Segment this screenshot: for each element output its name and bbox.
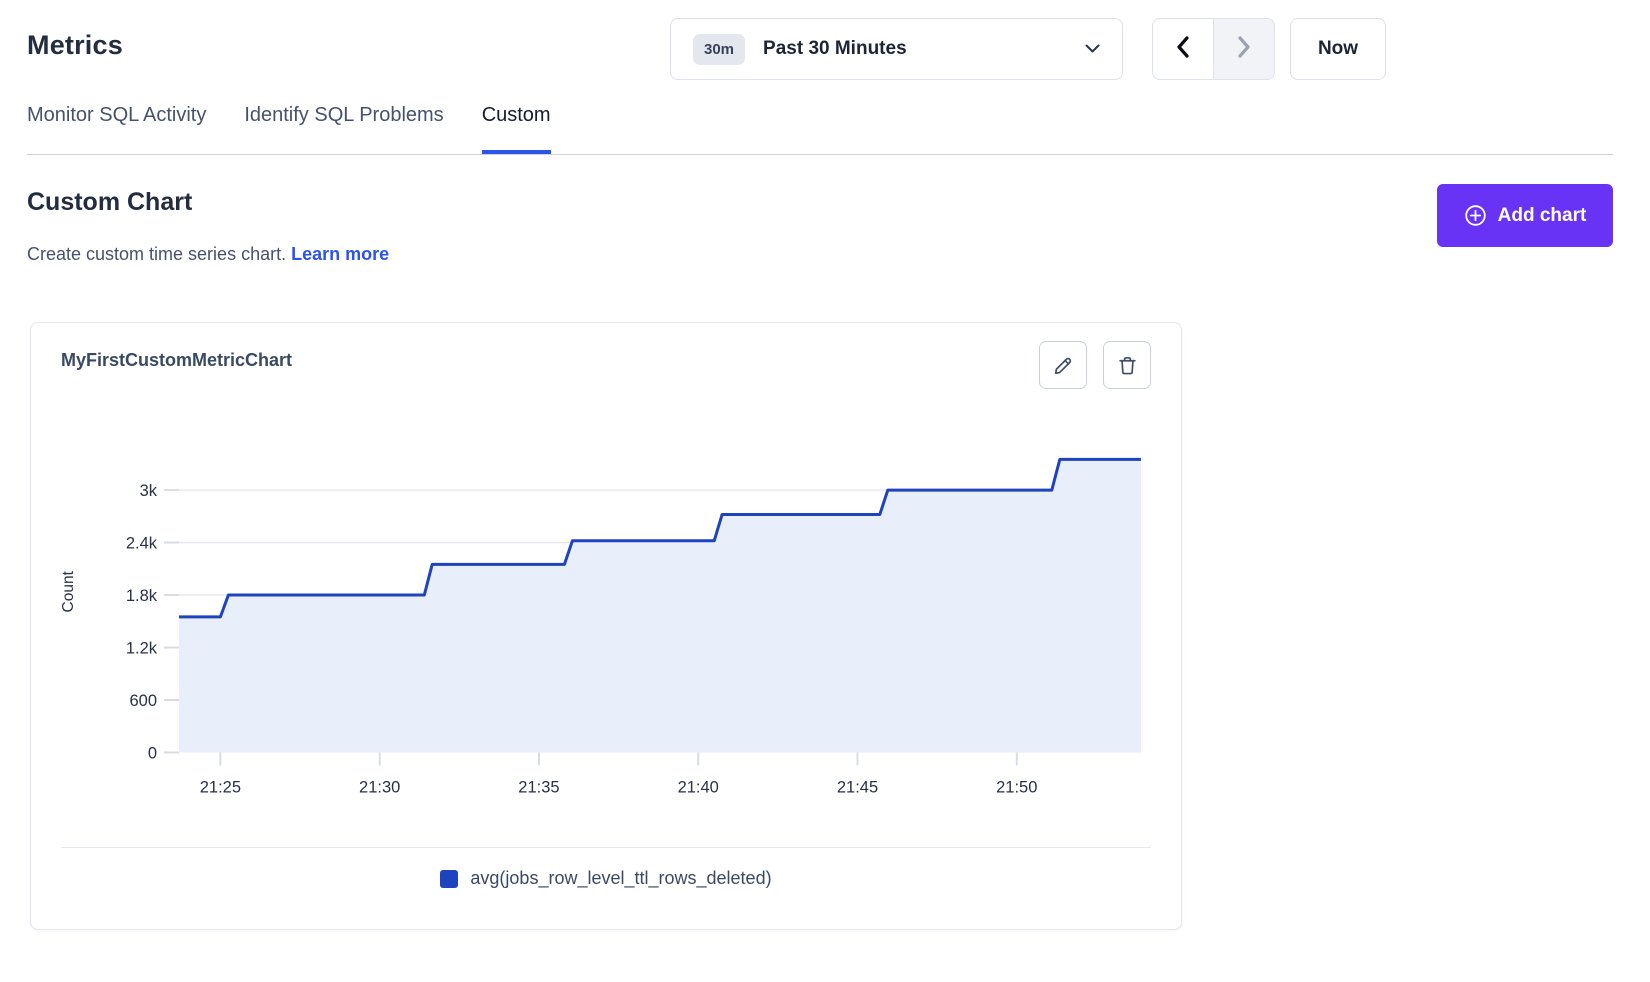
metrics-page: Metrics 30m Past 30 Minutes Now Monitor … bbox=[0, 0, 1650, 982]
svg-text:21:45: 21:45 bbox=[837, 779, 878, 797]
next-time-button[interactable] bbox=[1213, 19, 1274, 79]
prev-time-button[interactable] bbox=[1153, 19, 1213, 79]
chevron-right-icon bbox=[1237, 36, 1251, 63]
time-nav-group bbox=[1152, 18, 1275, 80]
now-button[interactable]: Now bbox=[1290, 18, 1386, 80]
svg-text:2.4k: 2.4k bbox=[126, 535, 158, 553]
legend-label: avg(jobs_row_level_ttl_rows_deleted) bbox=[470, 868, 771, 889]
chevron-left-icon bbox=[1176, 36, 1190, 63]
svg-text:Count: Count bbox=[60, 570, 77, 612]
page-title: Metrics bbox=[27, 30, 123, 61]
time-range-badge: 30m bbox=[693, 34, 745, 65]
add-chart-label: Add chart bbox=[1498, 205, 1587, 227]
chevron-down-icon bbox=[1085, 40, 1100, 58]
legend-divider bbox=[61, 847, 1151, 848]
svg-text:21:40: 21:40 bbox=[678, 779, 719, 797]
section-description: Create custom time series chart. Learn m… bbox=[27, 244, 389, 265]
svg-text:0: 0 bbox=[148, 745, 157, 763]
svg-text:21:35: 21:35 bbox=[518, 779, 559, 797]
tab-monitor-sql-activity[interactable]: Monitor SQL Activity bbox=[27, 104, 206, 154]
svg-text:21:30: 21:30 bbox=[359, 779, 400, 797]
learn-more-link[interactable]: Learn more bbox=[291, 244, 389, 264]
svg-text:1.2k: 1.2k bbox=[126, 640, 158, 658]
plus-circle-icon bbox=[1464, 204, 1487, 227]
svg-text:600: 600 bbox=[129, 692, 157, 710]
svg-text:21:50: 21:50 bbox=[996, 779, 1037, 797]
svg-text:3k: 3k bbox=[140, 482, 158, 500]
tab-identify-sql-problems[interactable]: Identify SQL Problems bbox=[244, 104, 443, 154]
tabs-divider bbox=[27, 154, 1613, 155]
time-range-label: Past 30 Minutes bbox=[763, 38, 1085, 60]
custom-chart-plot: 0 600 1.2k 1.8k 2.4k 3k 21:25 21:30 21:35 21:40 21… bbox=[31, 323, 1183, 823]
custom-chart-card: MyFirstCustomMetricChart 06001.2k1.8k2.4… bbox=[30, 322, 1182, 930]
time-range-dropdown[interactable]: 30m Past 30 Minutes bbox=[670, 18, 1123, 80]
chart-legend[interactable]: avg(jobs_row_level_ttl_rows_deleted) bbox=[31, 868, 1181, 889]
svg-text:1.8k: 1.8k bbox=[126, 587, 158, 605]
svg-text:21:25: 21:25 bbox=[200, 779, 241, 797]
metrics-tabs: Monitor SQL Activity Identify SQL Proble… bbox=[27, 104, 551, 154]
section-heading: Custom Chart bbox=[27, 188, 192, 217]
description-text: Create custom time series chart. bbox=[27, 244, 286, 264]
add-chart-button[interactable]: Add chart bbox=[1437, 184, 1613, 247]
tab-custom[interactable]: Custom bbox=[482, 104, 551, 154]
legend-swatch bbox=[440, 870, 458, 888]
